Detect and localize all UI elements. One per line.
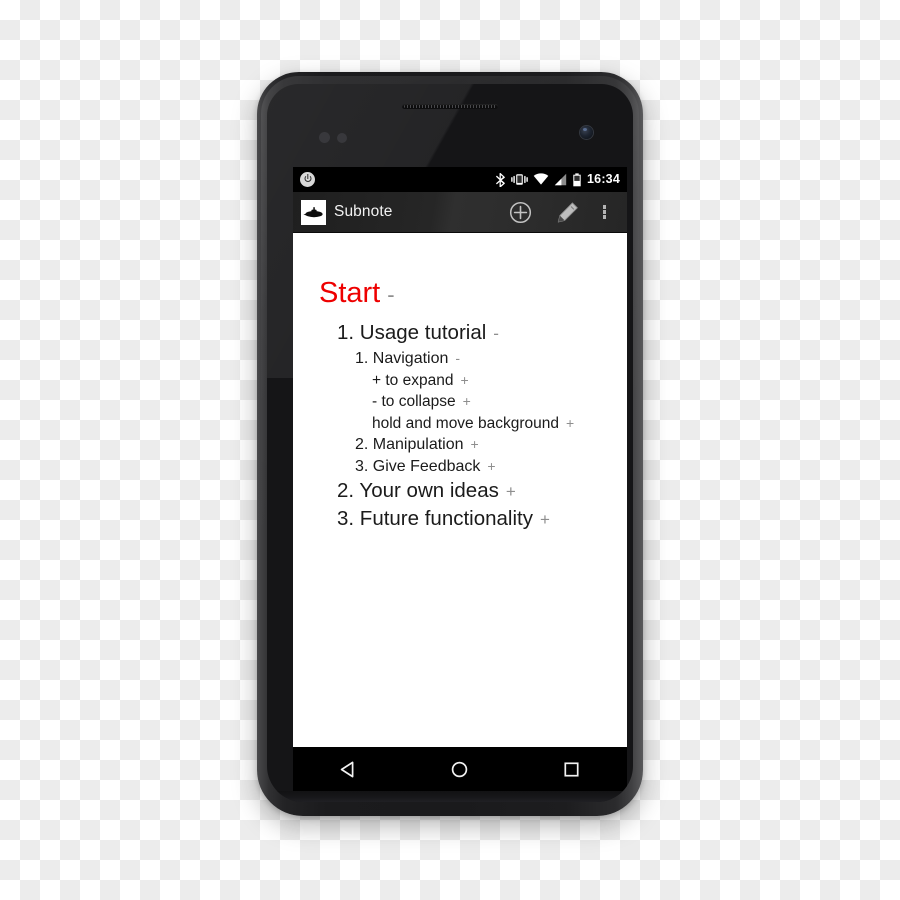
outline-node-label: 2. Manipulation — [355, 436, 464, 453]
status-bar-clock: 16:34 — [587, 172, 620, 187]
outline-node-label: 1. Navigation — [355, 349, 449, 367]
screenshot-stage: 16:34 Subnote Start - 1. Usage tutorial … — [0, 0, 900, 900]
cellular-signal-icon — [554, 173, 567, 186]
add-node-button[interactable] — [497, 192, 543, 233]
outline-node-toggle-marker[interactable]: - — [387, 282, 394, 307]
submarine-app-icon[interactable] — [301, 199, 326, 225]
overflow-dot — [602, 215, 607, 219]
recents-button[interactable] — [541, 747, 601, 791]
overflow-dot — [602, 210, 607, 214]
action-bar: Subnote — [293, 192, 627, 233]
overflow-menu-button[interactable] — [591, 192, 618, 233]
outline-node[interactable]: 2. Manipulation + — [293, 437, 627, 453]
status-bar-left-icons — [300, 172, 315, 187]
phone-device: 16:34 Subnote Start - 1. Usage tutorial … — [257, 72, 643, 816]
phone-glass-panel: 16:34 Subnote Start - 1. Usage tutorial … — [267, 84, 633, 802]
plus-circle-icon — [509, 201, 531, 223]
outline-node[interactable]: 3. Future functionality + — [293, 506, 627, 530]
app-title: Subnote — [334, 203, 393, 220]
outline-node-toggle-marker[interactable]: + — [460, 372, 468, 388]
ambient-light-sensor-icon — [337, 133, 347, 143]
status-bar: 16:34 — [293, 167, 627, 192]
outline-node-toggle-marker[interactable]: + — [463, 393, 471, 409]
outline-node[interactable]: 1. Navigation - — [293, 349, 627, 367]
outline-node[interactable]: 3. Give Feedback + — [293, 459, 627, 475]
outline-node-label: 3. Give Feedback — [355, 458, 481, 475]
outline-node-label: 3. Future functionality — [337, 506, 533, 530]
pencil-icon — [557, 201, 578, 222]
phone-screen: 16:34 Subnote Start - 1. Usage tutorial … — [293, 167, 627, 747]
overflow-dot — [602, 205, 607, 209]
status-bar-right-icons: 16:34 — [495, 172, 620, 187]
outline-node-label: + to expand — [372, 371, 454, 389]
navigation-bar — [293, 747, 627, 791]
power-notification-icon — [300, 172, 315, 187]
outline-node-label: - to collapse — [372, 393, 456, 410]
outline-node[interactable]: 2. Your own ideas + — [293, 479, 627, 502]
earpiece-speaker — [402, 104, 498, 109]
home-button[interactable] — [430, 747, 490, 791]
outline-node-label: Start — [319, 277, 381, 309]
submarine-glyph-icon — [303, 206, 323, 217]
outline-node-toggle-marker[interactable]: + — [506, 482, 516, 501]
outline-node-toggle-marker[interactable]: - — [455, 350, 460, 366]
outline-node-toggle-marker[interactable]: + — [471, 436, 479, 452]
outline-node-toggle-marker[interactable]: + — [540, 510, 550, 529]
phone-bottom-chin — [267, 791, 633, 802]
outline-node-label: hold and move background — [372, 414, 559, 432]
home-circle-icon — [452, 761, 468, 777]
bluetooth-icon — [495, 172, 505, 187]
recents-square-icon — [564, 761, 579, 777]
more-vertical-icon — [602, 203, 607, 220]
outline-node[interactable]: hold and move background + — [293, 414, 627, 432]
note-outline: Start -1. Usage tutorial -1. Navigation - + … — [293, 233, 627, 747]
front-camera-icon — [580, 126, 593, 139]
battery-icon — [573, 172, 581, 186]
edit-button[interactable] — [543, 192, 591, 233]
outline-node[interactable]: + to expand + — [293, 371, 627, 389]
proximity-sensor-icon — [319, 132, 330, 143]
vibrate-mode-icon — [511, 174, 528, 185]
back-triangle-icon — [340, 761, 354, 777]
outline-node-toggle-marker[interactable]: - — [493, 324, 499, 343]
outline-node[interactable]: 1. Usage tutorial - — [293, 321, 627, 344]
outline-node[interactable]: Start - — [293, 279, 627, 308]
wifi-signal-icon — [533, 173, 549, 185]
outline-node[interactable]: - to collapse + — [293, 394, 627, 410]
outline-node-label: 1. Usage tutorial — [337, 321, 487, 344]
outline-node-toggle-marker[interactable]: + — [487, 458, 495, 474]
outline-node-toggle-marker[interactable]: + — [566, 415, 574, 431]
back-button[interactable] — [319, 747, 379, 791]
outline-node-label: 2. Your own ideas — [337, 479, 499, 502]
